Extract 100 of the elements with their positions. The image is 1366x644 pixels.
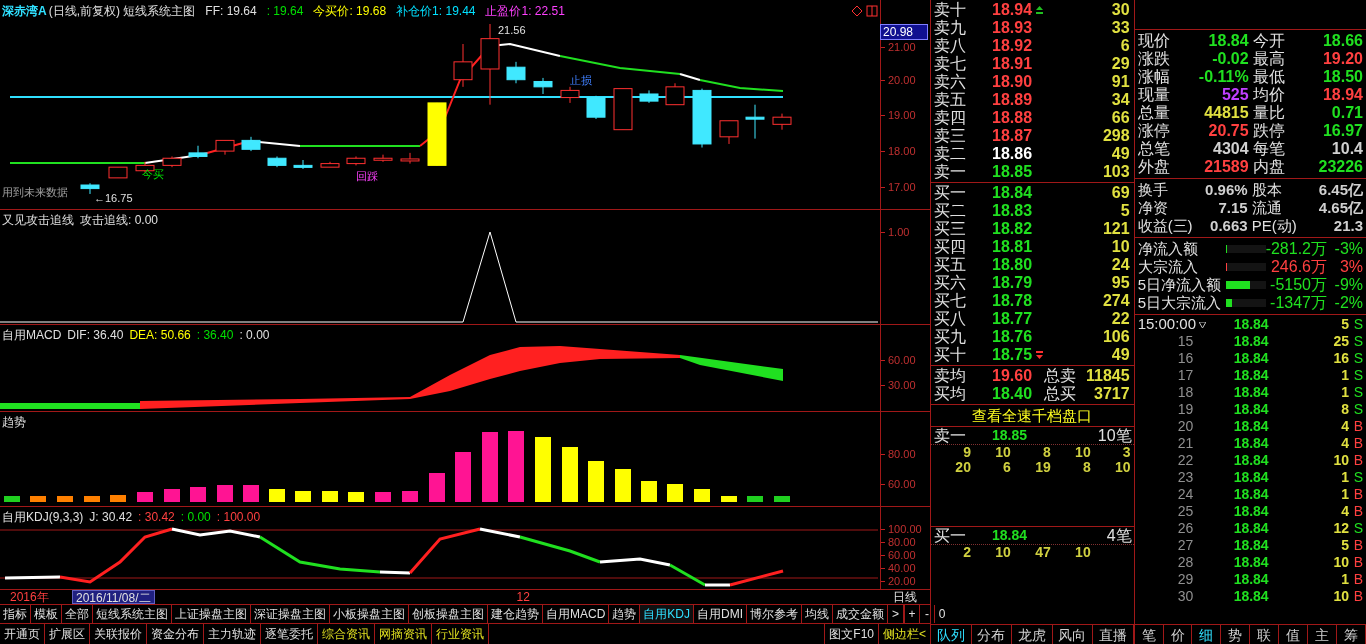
info-tab[interactable]: 主力轨迹 (204, 624, 261, 644)
candlestick (108, 166, 128, 179)
panel-tab[interactable]: 值 (1279, 625, 1309, 644)
tick-side: S (1352, 383, 1363, 402)
formula-tab[interactable]: 短线系统主图 (93, 605, 172, 623)
level-price: 18.83 (992, 202, 1033, 220)
formula-tab[interactable]: 成交金额 (833, 605, 888, 623)
axis-tick-label: 19.00 (888, 109, 916, 121)
average-label: 买均 (934, 384, 967, 404)
info-tab[interactable]: 资金分布 (147, 624, 204, 644)
info-tab[interactable]: 扩展区 (45, 624, 90, 644)
level-volume: 49 (1111, 346, 1130, 364)
level-volume: 24 (1111, 256, 1130, 274)
formula-tab[interactable]: 上证操盘主图 (172, 605, 251, 623)
queue-order: 47 (1034, 545, 1051, 560)
formula-tab[interactable]: 模板 (31, 605, 62, 623)
panel-title: 趋势 (2, 414, 26, 431)
indicator-reading: : 0.00 (239, 327, 270, 344)
tick-volume: 5 (1341, 536, 1349, 555)
panel-tab[interactable]: 笔 (1134, 625, 1164, 644)
level-label: 卖七 (934, 55, 967, 73)
info-tab[interactable]: 综合资讯 (318, 624, 375, 644)
candlestick (453, 43, 473, 88)
filter-icon[interactable] (1199, 321, 1206, 328)
tick-volume: 1 (1341, 468, 1349, 487)
histogram-bar (402, 491, 418, 502)
flow-amount: -1347万 (1270, 293, 1327, 313)
panel-tab[interactable]: 队列 (931, 625, 972, 644)
candlestick (692, 88, 712, 149)
info-tab[interactable]: 逐笔委托 (261, 624, 318, 644)
info-tab[interactable]: 关联报价 (90, 624, 147, 644)
quote-label: 今开 (1252, 31, 1286, 50)
flow-amount: 246.6万 (1270, 257, 1327, 277)
tick-side: S (1352, 400, 1363, 419)
panel-tab[interactable]: 价 (1163, 625, 1193, 644)
panel-tab[interactable]: 联 (1250, 625, 1280, 644)
formula-tab[interactable]: 自用KDJ (640, 605, 694, 623)
panel-tab[interactable]: 主 (1308, 625, 1338, 644)
info-tab[interactable]: 开通页 (0, 624, 45, 644)
panel-title: 自用MACD (2, 327, 62, 344)
formula-tab[interactable]: 指标 (0, 605, 31, 623)
quote-value: -0.11% (1198, 67, 1249, 87)
depth-button[interactable]: 查看全速千档盘口 (931, 405, 1134, 427)
tick-time: 18 (1176, 383, 1194, 402)
side-tab[interactable]: 图文F10 (824, 624, 878, 644)
panel-tab[interactable]: 筹 (1337, 625, 1366, 644)
flow-label: 5日净流入额 (1137, 274, 1222, 295)
histogram-bar (721, 496, 737, 502)
side-tab[interactable]: 侧边栏< (878, 624, 930, 644)
panel-tab[interactable]: 细 (1192, 625, 1222, 644)
panel-tab[interactable]: 分布 (971, 625, 1013, 644)
level-volume: 30 (1111, 1, 1130, 19)
formula-tab[interactable]: 小板操盘主图 (330, 605, 409, 623)
formula-tab[interactable]: 自用MACD (543, 605, 610, 623)
axis-tick-label: 80.00 (888, 448, 916, 460)
chart-annotation: 21.56 (498, 23, 526, 38)
candlestick (639, 89, 659, 104)
quote-label: 内盘 (1252, 157, 1286, 177)
scroll-tabs-button[interactable]: > (888, 605, 905, 623)
quote-label: 每笔 (1252, 139, 1286, 159)
histogram-bar (30, 496, 46, 502)
panel-tab[interactable]: 直播 (1093, 625, 1134, 644)
tick-price: 18.84 (1233, 366, 1269, 385)
formula-tab[interactable]: 创板操盘主图 (409, 605, 488, 623)
zoom-button[interactable]: 0 (934, 605, 950, 623)
formula-tab[interactable]: 深证操盘主图 (251, 605, 330, 623)
flow-label: 5日大宗流入 (1137, 292, 1222, 313)
level-volume: 49 (1111, 145, 1130, 163)
quote-value: 0.71 (1331, 103, 1363, 123)
level-volume: 298 (1102, 127, 1130, 145)
tick-volume: 16 (1333, 349, 1349, 368)
formula-tab[interactable]: 建仓趋势 (488, 605, 543, 623)
quote-label: 流通 (1251, 197, 1282, 218)
panel-tab[interactable]: 风向 (1052, 625, 1094, 644)
candlestick (400, 152, 420, 165)
candlestick (772, 113, 792, 131)
info-tab[interactable]: 行业资讯 (432, 624, 489, 644)
zoom-button[interactable]: - (919, 605, 935, 623)
axis-tick-label: 60.00 (888, 354, 916, 366)
queue-price: 18.84 (992, 526, 1028, 545)
level-label: 卖八 (934, 37, 967, 55)
level-price: 18.81 (992, 238, 1033, 256)
queue-order: 9 (962, 445, 971, 460)
cursor-date: 2016/11/08/二 (72, 590, 155, 604)
formula-tab[interactable]: 全部 (62, 605, 93, 623)
level-price: 18.80 (992, 256, 1033, 274)
info-tab[interactable]: 网摘资讯 (375, 624, 432, 644)
zoom-button[interactable]: + (904, 605, 920, 623)
tick-volume: 12 (1333, 519, 1349, 538)
histogram-bar (322, 491, 338, 502)
formula-tab[interactable]: 自用DMI (694, 605, 747, 623)
quote-label: 最低 (1252, 67, 1286, 87)
level-volume: 29 (1111, 55, 1130, 73)
panel-tab[interactable]: 龙虎 (1012, 625, 1053, 644)
histogram-bar (774, 496, 790, 502)
panel-tab[interactable]: 势 (1221, 625, 1251, 644)
diamond-icon[interactable] (851, 5, 863, 17)
formula-tab[interactable]: 均线 (802, 605, 833, 623)
formula-tab[interactable]: 博尔参考 (747, 605, 802, 623)
window-icon[interactable] (866, 5, 878, 17)
